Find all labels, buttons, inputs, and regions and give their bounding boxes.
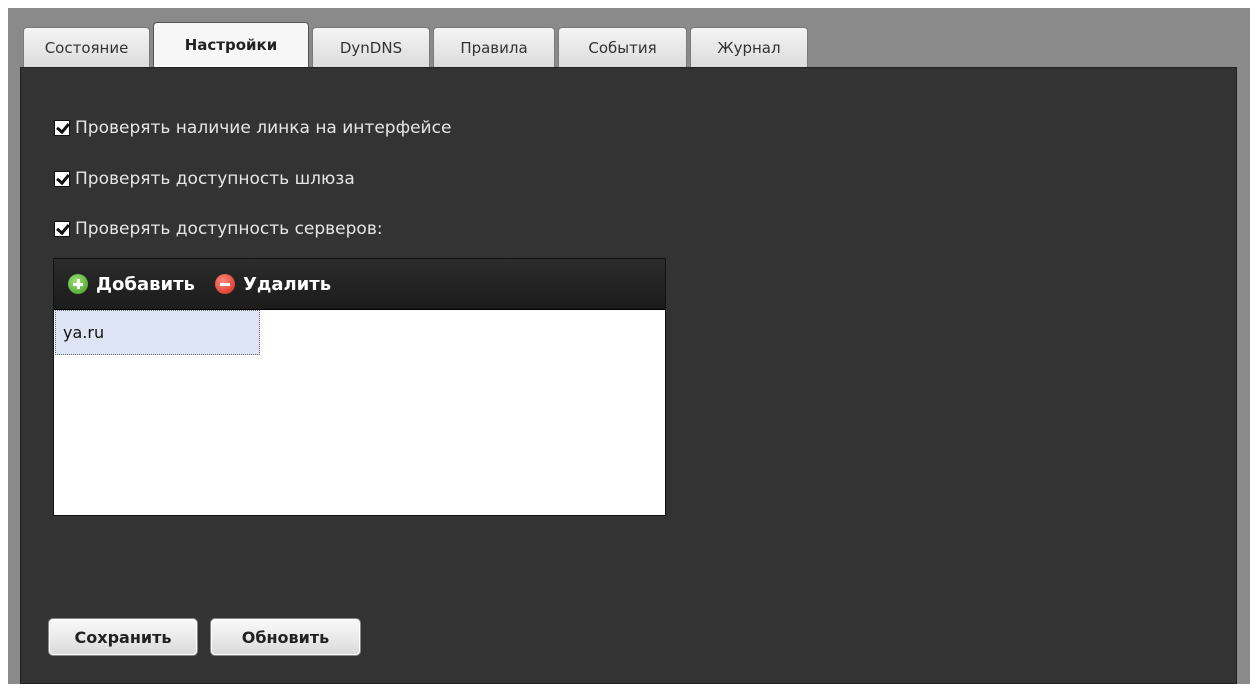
check-gateway-label: Проверять доступность шлюза [75,169,355,189]
tab-status[interactable]: Состояние [23,27,150,67]
list-item[interactable]: ya.ru [55,310,260,355]
add-server-label: Добавить [96,273,195,295]
delete-server-button[interactable]: Удалить [214,273,332,295]
check-link-row: Проверять наличие линка на интерфейсе [54,118,451,138]
tab-events[interactable]: События [558,27,687,67]
check-servers-label: Проверять доступность серверов: [75,219,383,239]
tab-rules[interactable]: Правила [433,27,555,67]
check-servers-checkbox[interactable] [54,221,70,237]
servers-list: Добавить Удалить ya.ru [53,258,666,516]
tab-bar: Состояние Настройки DynDNS Правила Событ… [23,22,811,67]
tab-log[interactable]: Журнал [690,27,808,67]
settings-panel: Проверять наличие линка на интерфейсе Пр… [20,67,1237,684]
plus-circle-icon [68,274,88,294]
check-link-checkbox[interactable] [54,120,70,136]
delete-server-label: Удалить [242,273,332,295]
check-link-label: Проверять наличие линка на интерфейсе [75,118,452,138]
check-gateway-checkbox[interactable] [54,171,70,187]
minus-circle-icon [214,274,235,294]
servers-toolbar: Добавить Удалить [54,259,665,310]
tab-dyndns[interactable]: DynDNS [312,27,430,67]
save-button[interactable]: Сохранить [48,618,198,656]
add-server-button[interactable]: Добавить [68,274,195,295]
check-servers-row: Проверять доступность серверов: [54,219,383,239]
check-gateway-row: Проверять доступность шлюза [54,169,355,189]
refresh-button[interactable]: Обновить [210,618,361,656]
tab-settings[interactable]: Настройки [153,22,309,67]
